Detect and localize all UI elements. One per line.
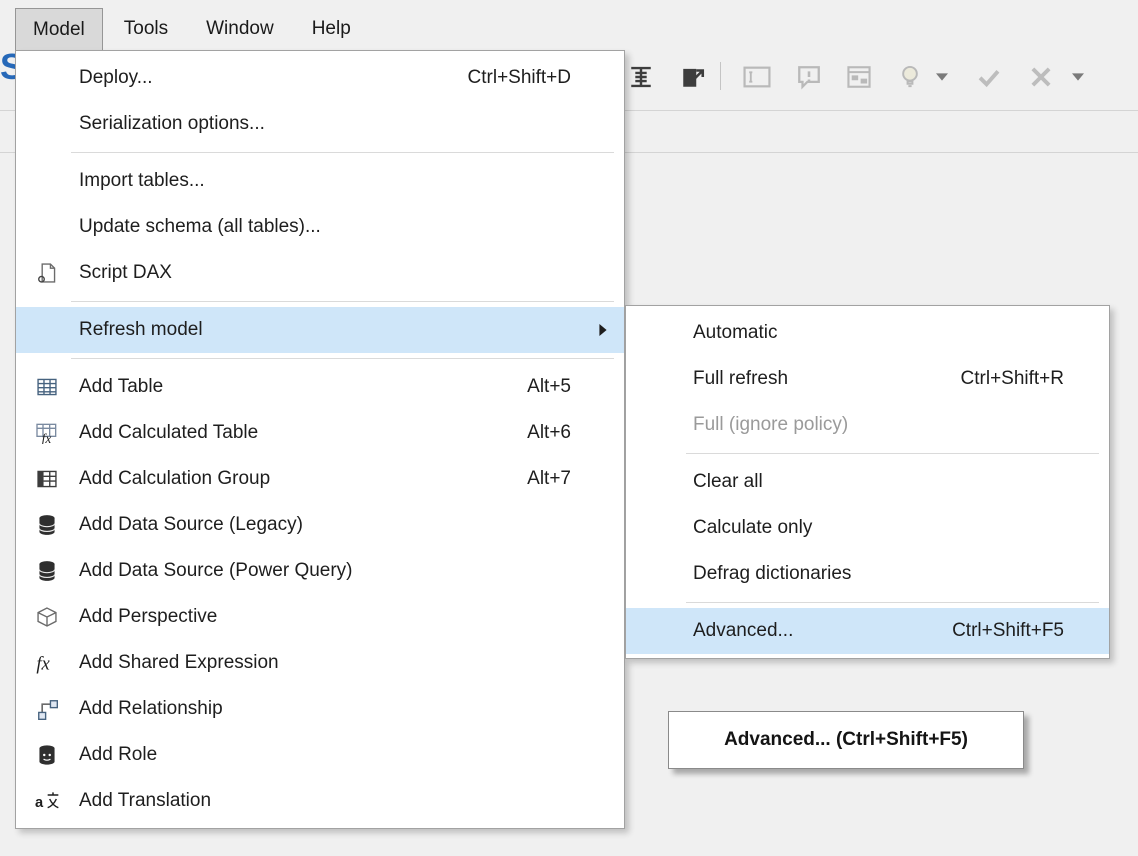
menu-item-label: Add Perspective [79,606,217,628]
menu-item-shortcut: Alt+6 [527,422,571,444]
menu-item-shortcut: Ctrl+Shift+R [961,368,1064,390]
refresh-model-submenu: Automatic Full refresh Ctrl+Shift+R Full (i… [625,305,1110,659]
database-legacy-icon [29,510,65,540]
comment-warning-icon[interactable] [792,60,826,94]
menu-item-add-perspective[interactable]: Add Perspective [16,594,624,640]
tooltip-text: Advanced... (Ctrl+Shift+F5) [724,729,968,751]
menu-item-calculate-only[interactable]: Calculate only [626,505,1109,551]
menubar-item-tools-label: Tools [124,18,168,40]
menu-item-refresh-model[interactable]: Refresh model [16,307,624,353]
menu-item-advanced[interactable]: Advanced... Ctrl+Shift+F5 [626,608,1109,654]
menu-item-deploy[interactable]: Deploy... Ctrl+Shift+D [16,55,624,101]
menu-item-add-shared-expression[interactable]: fx Add Shared Expression [16,640,624,686]
menu-item-import-tables[interactable]: Import tables... [16,158,624,204]
svg-text:fx: fx [36,654,50,674]
partial-toolbar-icon: S [0,52,15,90]
menu-separator [71,301,614,302]
export-script-icon[interactable] [676,60,710,94]
menu-item-label: Advanced... [693,620,793,642]
calculation-group-icon [29,464,65,494]
menu-item-defrag-dictionaries[interactable]: Defrag dictionaries [626,551,1109,597]
menu-item-shortcut: Alt+5 [527,376,571,398]
textbox-icon[interactable] [740,60,774,94]
menubar-item-help[interactable]: Help [295,8,368,50]
menu-item-label: Deploy... [79,67,153,89]
script-dax-icon [29,258,65,288]
cancel-x-icon[interactable] [1024,60,1058,94]
format-bars-icon[interactable] [624,60,658,94]
menu-item-automatic[interactable]: Automatic [626,310,1109,356]
menu-item-label: Add Shared Expression [79,652,279,674]
menu-item-label: Clear all [693,471,763,493]
menu-item-clear-all[interactable]: Clear all [626,459,1109,505]
menubar-item-help-label: Help [312,18,351,40]
menu-item-add-role[interactable]: Add Role [16,732,624,778]
menu-item-add-translation[interactable]: a Add Translation [16,778,624,824]
menubar-item-model[interactable]: Model [15,8,103,50]
chevron-down-icon[interactable] [1070,60,1086,94]
lightbulb-icon[interactable] [893,60,927,94]
chevron-down-icon[interactable] [934,60,950,94]
menu-item-add-calculated-table[interactable]: fx Add Calculated Table Alt+6 [16,410,624,456]
menu-item-label: Add Translation [79,790,211,812]
menu-item-shortcut: Ctrl+Shift+D [468,67,571,89]
menu-item-label: Script DAX [79,262,172,284]
menubar-item-window-label: Window [206,18,274,40]
menu-item-full-refresh[interactable]: Full refresh Ctrl+Shift+R [626,356,1109,402]
menu-item-label: Add Data Source (Legacy) [79,514,303,536]
diagram-icon[interactable] [842,60,876,94]
menu-item-serialization-options[interactable]: Serialization options... [16,101,624,147]
menu-item-label: Serialization options... [79,113,265,135]
role-icon [29,740,65,770]
submenu-arrow-icon [598,324,608,336]
menu-item-script-dax[interactable]: Script DAX [16,250,624,296]
svg-text:a: a [35,795,44,811]
svg-text:fx: fx [42,431,52,444]
menu-item-label: Add Data Source (Power Query) [79,560,353,582]
menu-item-add-data-source-legacy[interactable]: Add Data Source (Legacy) [16,502,624,548]
menu-item-add-table[interactable]: Add Table Alt+5 [16,364,624,410]
model-menu: Deploy... Ctrl+Shift+D Serialization optio… [15,50,625,829]
relationship-icon [29,694,65,724]
calculated-table-icon: fx [29,418,65,448]
menu-item-label: Defrag dictionaries [693,563,851,585]
menubar-item-model-label: Model [33,19,85,41]
check-icon[interactable] [972,60,1006,94]
menubar-item-window[interactable]: Window [189,8,291,50]
perspective-cube-icon [29,602,65,632]
menu-item-label: Update schema (all tables)... [79,216,321,238]
menu-item-label: Add Calculated Table [79,422,258,444]
menu-item-full-ignore-policy: Full (ignore policy) [626,402,1109,448]
menu-item-label: Add Calculation Group [79,468,270,490]
menu-item-label: Import tables... [79,170,205,192]
menu-item-update-schema-all-tables[interactable]: Update schema (all tables)... [16,204,624,250]
menu-item-label: Calculate only [693,517,812,539]
menu-item-shortcut: Alt+7 [527,468,571,490]
menu-item-label: Add Role [79,744,157,766]
toolbar-separator [720,62,721,90]
menu-item-shortcut: Ctrl+Shift+F5 [952,620,1064,642]
menubar-item-tools[interactable]: Tools [107,8,185,50]
menu-item-label: Full (ignore policy) [693,414,848,436]
database-pq-icon [29,556,65,586]
menu-item-add-relationship[interactable]: Add Relationship [16,686,624,732]
menu-separator [71,152,614,153]
fx-icon: fx [29,648,65,678]
add-table-icon [29,372,65,402]
menu-item-label: Refresh model [79,319,203,341]
menu-item-add-data-source-power-query[interactable]: Add Data Source (Power Query) [16,548,624,594]
menu-item-label: Automatic [693,322,777,344]
menu-item-label: Add Table [79,376,163,398]
menu-item-label: Full refresh [693,368,788,390]
translation-icon: a [29,786,65,816]
menu-item-label: Add Relationship [79,698,223,720]
menu-item-add-calculation-group[interactable]: Add Calculation Group Alt+7 [16,456,624,502]
tooltip: Advanced... (Ctrl+Shift+F5) [668,711,1024,769]
app-window: S Model Tools Window Help Deploy... Ctrl+… [0,0,1138,856]
menu-separator [686,453,1099,454]
menu-separator [71,358,614,359]
menubar: Model Tools Window Help [0,0,1138,50]
menu-separator [686,602,1099,603]
